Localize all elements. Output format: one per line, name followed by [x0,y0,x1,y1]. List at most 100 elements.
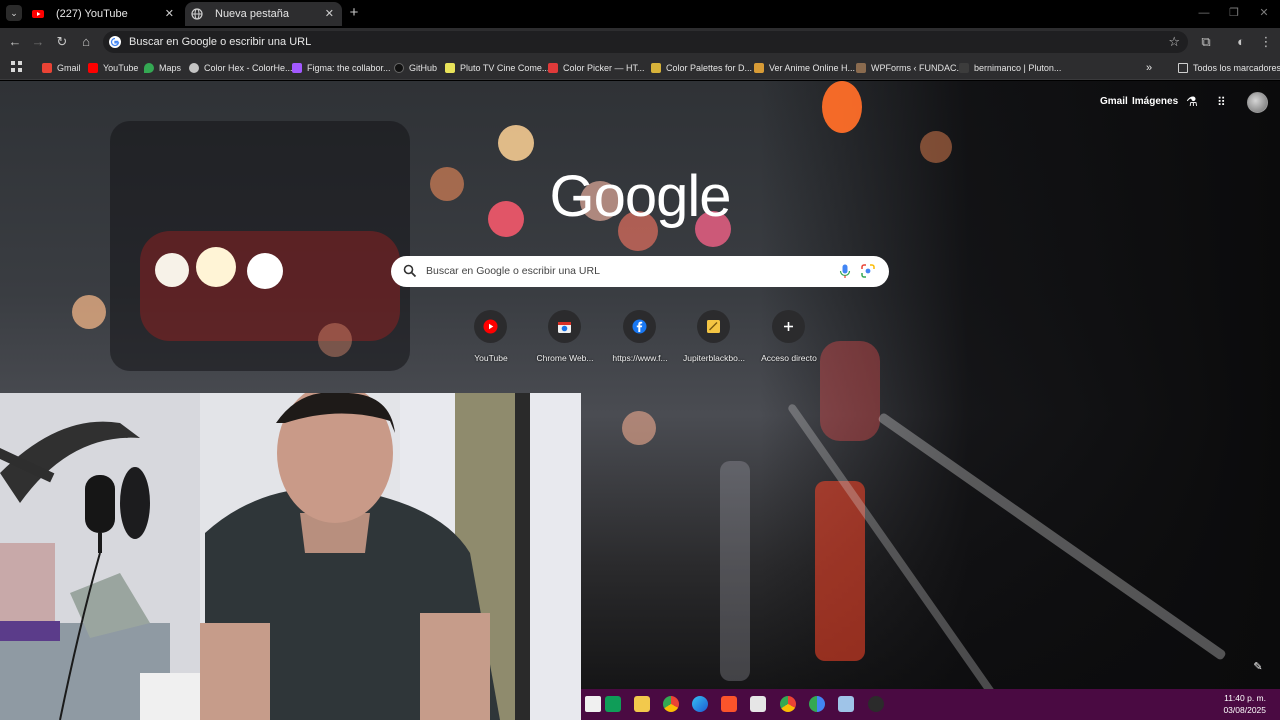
bookmark-wpforms[interactable]: WPForms ‹ FUNDAC... [856,59,964,77]
chrome-profile-icon[interactable] [780,696,796,712]
tab-search-button[interactable]: ⌄ [6,5,22,21]
address-bar[interactable]: Buscar en Google o escribir una URL ☆ [103,31,1188,53]
bookmark-anime[interactable]: Ver Anime Online H... [754,59,855,77]
close-window-icon[interactable]: ✕ [1258,6,1270,20]
shortcut-tile [623,310,656,343]
shortcut-jupiterblackboard[interactable]: Jupiterblackbo... [678,309,750,369]
sheets-app-icon[interactable] [605,696,621,712]
tab-title: Nueva pestaña [215,8,289,20]
palettes-icon [651,63,661,73]
calculator-icon[interactable] [750,696,766,712]
shortcut-tile [697,310,730,343]
search-box[interactable]: Buscar en Google o escribir una URL [391,256,889,287]
folder-icon[interactable] [634,696,650,712]
bookmark-label: Color Hex - ColorHe... [204,63,293,73]
photos-icon[interactable] [838,696,854,712]
close-tab-icon[interactable]: ✕ [165,2,174,26]
brave-icon[interactable] [721,696,737,712]
folder-icon [1178,63,1188,73]
back-icon[interactable]: ← [6,33,24,51]
labs-flask-icon[interactable]: ⚗ [1186,95,1198,109]
bookmark-star-icon[interactable]: ☆ [1168,31,1180,53]
tab-strip: ⌄ (227) YouTube ✕ Nueva pestaña ✕ + — ❐ … [0,0,1280,28]
youtube-icon [88,63,98,73]
bookmark-label: Color Picker — HT... [563,63,645,73]
home-icon[interactable]: ⌂ [77,33,95,51]
bookmark-label: Gmail [57,63,81,73]
new-tab-button[interactable]: + [346,4,362,22]
menu-icon[interactable]: ⋮ [1257,33,1275,51]
bookmark-label: bernimanco | Pluton... [974,63,1062,73]
file-explorer-icon[interactable] [585,696,601,712]
app-icon[interactable] [868,696,884,712]
webcam-video-frame [0,393,581,720]
extensions-icon[interactable]: ⧉ [1197,33,1215,51]
webcam-overlay [0,393,581,720]
bookmark-figma[interactable]: Figma: the collabor... [292,59,391,77]
facebook-icon [632,319,647,334]
bookmark-pluton[interactable]: bernimanco | Pluton... [959,59,1061,77]
minimize-icon[interactable]: — [1198,6,1210,20]
plus-icon [784,322,793,331]
address-text: Buscar en Google o escribir una URL [129,36,312,48]
shortcut-label: Chrome Web... [536,353,594,363]
bookmark-plutotv[interactable]: Pluto TV Cine Come... [445,59,549,77]
google-lens-icon[interactable] [861,264,875,278]
shortcut-chrome-web-store[interactable]: Chrome Web... [529,309,601,369]
bookmark-label: WPForms ‹ FUNDAC... [871,63,964,73]
bookmark-label: Color Palettes for D... [666,63,753,73]
gmail-link[interactable]: Gmail [1100,96,1128,108]
bookmark-colorhex[interactable]: Color Hex - ColorHe... [189,59,293,77]
clock-date: 03/08/2025 [1223,705,1266,715]
avatar[interactable] [1247,92,1268,113]
bookmarks-bar: Gmail YouTube Maps Color Hex - ColorHe..… [0,56,1280,80]
reload-icon[interactable]: ↻ [53,33,71,51]
bookmark-github[interactable]: GitHub [394,59,437,77]
bookmark-maps[interactable]: Maps [144,59,181,77]
google-apps-icon[interactable]: ⠿ [1217,95,1226,109]
apps-icon[interactable] [11,61,23,73]
github-icon [394,63,404,73]
close-tab-icon[interactable]: ✕ [325,2,334,26]
shortcut-label: Acceso directo [761,353,817,363]
bookmark-label: Pluto TV Cine Come... [460,63,550,73]
shortcut-facebook[interactable]: https://www.f... [604,309,676,369]
shortcut-label: Jupiterblackbo... [683,353,745,363]
microphone-icon[interactable] [839,264,851,279]
bookmark-gmail[interactable]: Gmail [42,59,81,77]
bookmark-label: Todos los marcadores [1193,63,1280,73]
chrome-alt-icon[interactable] [809,696,825,712]
bookmark-palettes[interactable]: Color Palettes for D... [651,59,752,77]
gmail-icon [42,63,52,73]
search-icon [403,264,417,278]
wpforms-icon [856,63,866,73]
edge-icon[interactable] [692,696,708,712]
images-link[interactable]: Imágenes [1132,96,1178,108]
restore-icon[interactable]: ❐ [1228,6,1240,20]
forward-icon[interactable]: → [29,33,47,51]
bookmark-label: Ver Anime Online H... [769,63,856,73]
plutotv-icon [445,63,455,73]
notes-icon [707,320,720,333]
google-logo: Google [549,164,731,229]
shortcut-youtube[interactable]: YouTube [455,309,527,369]
customize-pencil-icon[interactable]: ✎ [1251,660,1265,674]
chrome-icon[interactable] [663,696,679,712]
search-placeholder: Buscar en Google o escribir una URL [426,265,600,277]
taskbar: 11:40 p. m. 03/08/2025 [581,689,1280,720]
bookmark-youtube[interactable]: YouTube [88,59,138,77]
system-clock[interactable]: 11:40 p. m. 03/08/2025 [1223,692,1266,716]
bookmark-colorpicker[interactable]: Color Picker — HT... [548,59,645,77]
all-bookmarks-folder[interactable]: Todos los marcadores [1178,59,1280,77]
tab-new-tab[interactable]: Nueva pestaña ✕ [185,2,342,26]
screen: ⌄ (227) YouTube ✕ Nueva pestaña ✕ + — ❐ … [0,0,1280,720]
google-icon [109,36,121,48]
bookmark-label: YouTube [103,63,139,73]
tab-youtube[interactable]: (227) YouTube ✕ [26,2,182,26]
bookmarks-overflow-button[interactable]: » [1146,59,1152,77]
chrome-web-store-icon [558,322,571,333]
shortcut-add[interactable]: Acceso directo [753,309,825,369]
profile-icon[interactable]: ◐ [1232,33,1250,51]
shortcut-tile [548,310,581,343]
toolbar: ← → ↻ ⌂ Buscar en Google o escribir una … [0,28,1280,56]
